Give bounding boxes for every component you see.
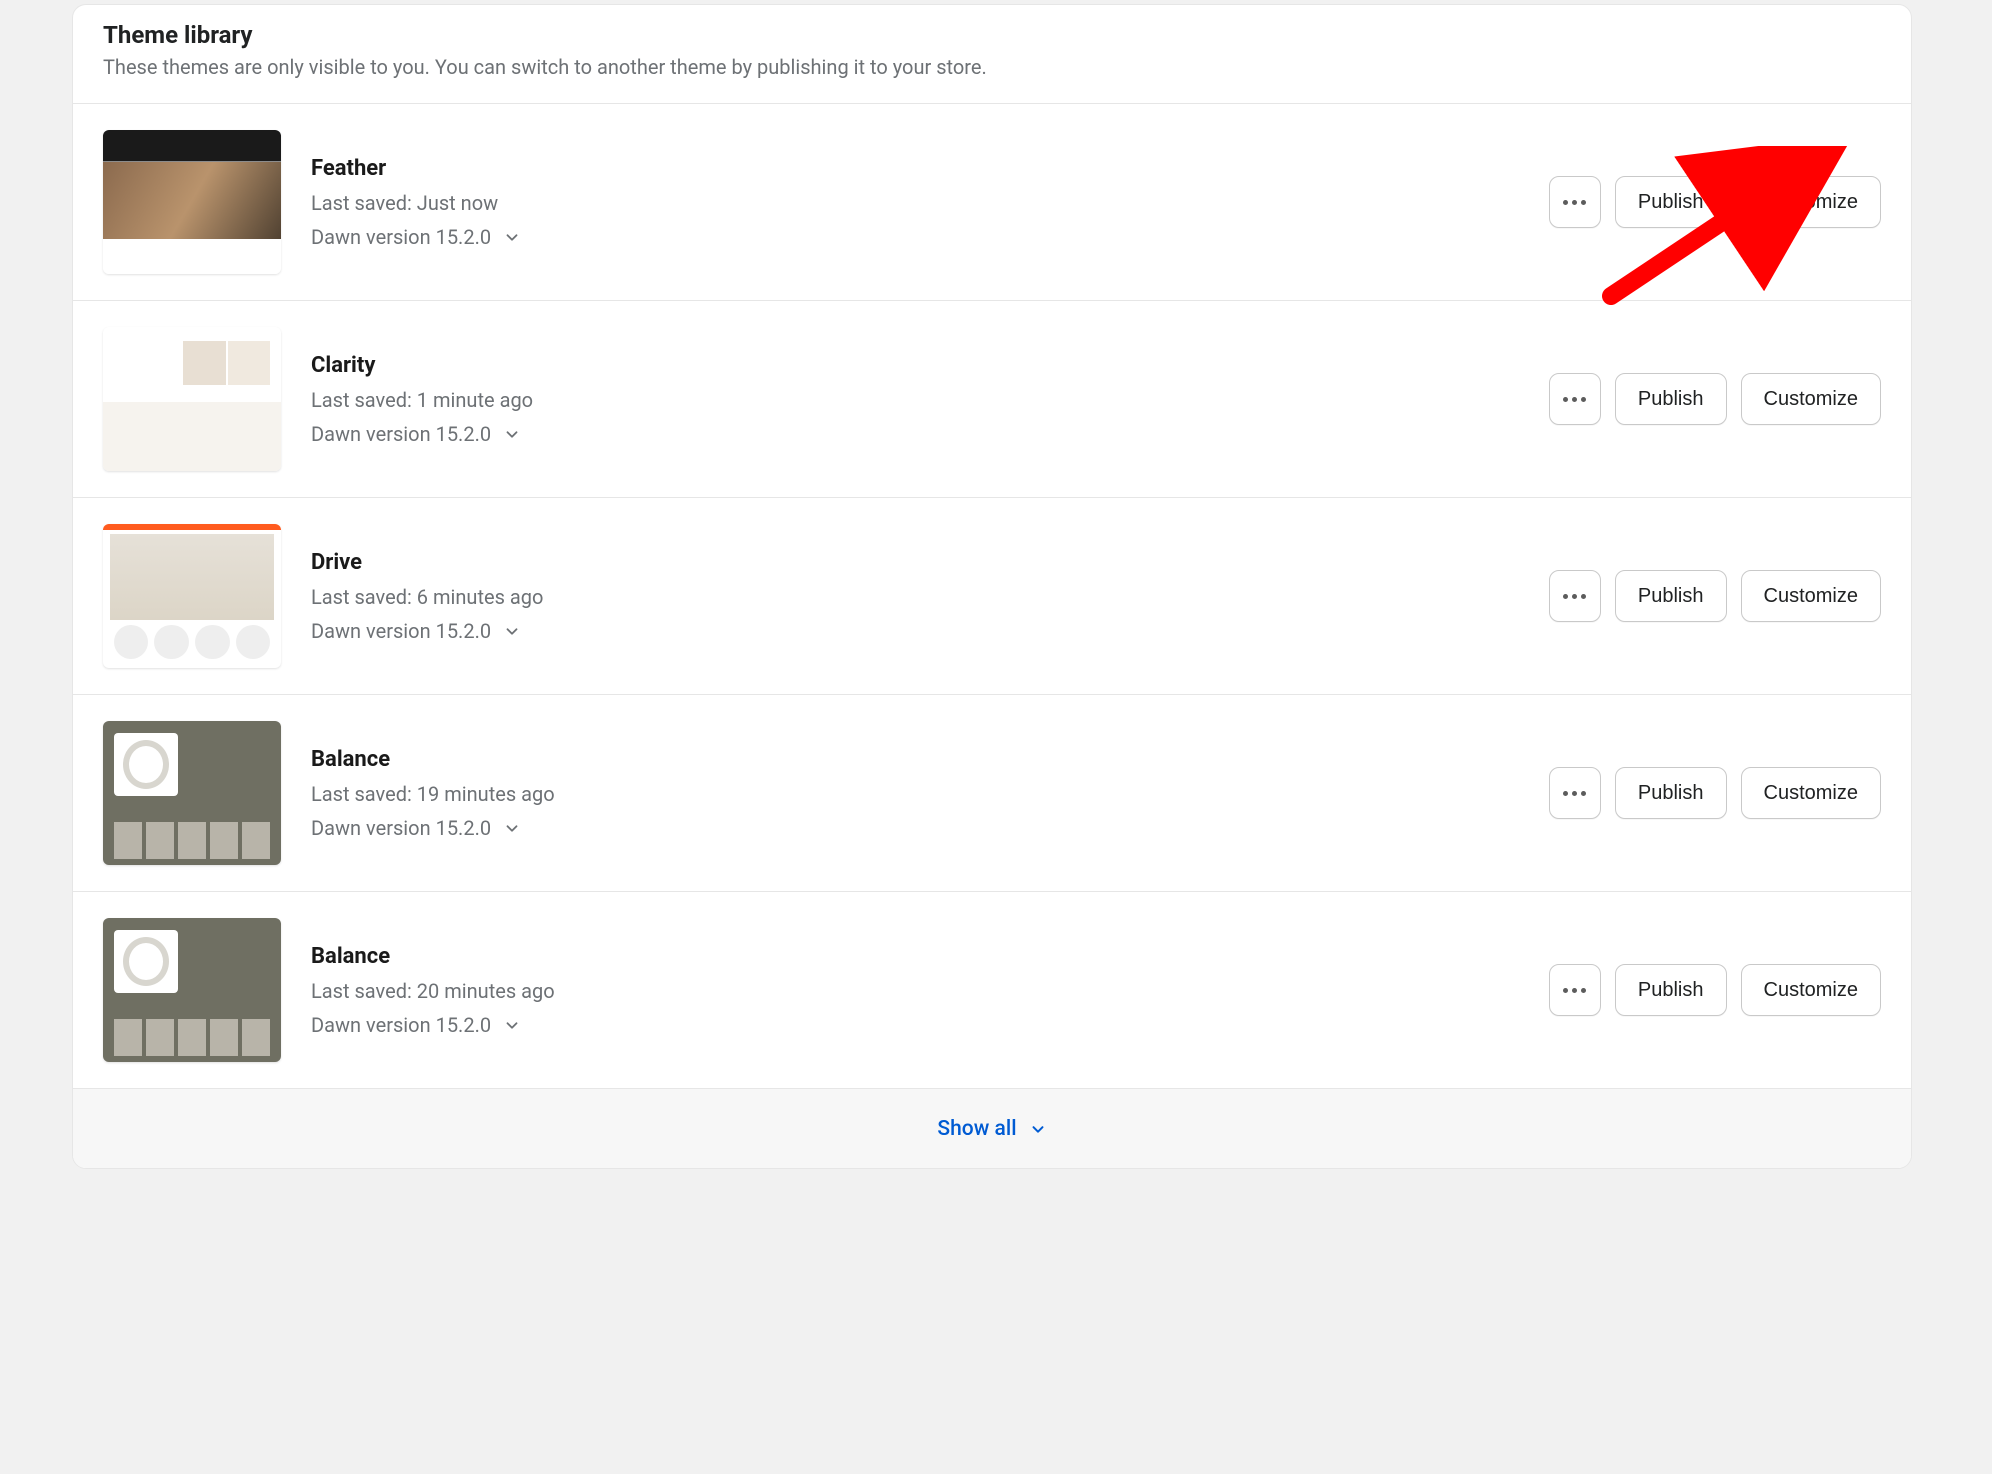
publish-label: Publish (1638, 388, 1704, 411)
publish-button[interactable]: Publish (1615, 373, 1727, 425)
theme-version-label: Dawn version 15.2.0 (311, 1013, 491, 1037)
theme-row: Drive Last saved: 6 minutes ago Dawn ver… (73, 497, 1911, 694)
more-actions-button[interactable] (1549, 176, 1601, 228)
chevron-down-icon (503, 425, 521, 443)
theme-name: Balance (311, 944, 1519, 969)
publish-label: Publish (1638, 585, 1704, 608)
publish-label: Publish (1638, 782, 1704, 805)
more-actions-button[interactable] (1549, 373, 1601, 425)
customize-button[interactable]: Customize (1741, 570, 1881, 622)
theme-name: Drive (311, 550, 1519, 575)
customize-button[interactable]: Customize (1741, 373, 1881, 425)
theme-version-dropdown[interactable]: Dawn version 15.2.0 (311, 422, 1519, 446)
theme-last-saved: Last saved: 6 minutes ago (311, 585, 1519, 609)
show-all-label: Show all (937, 1117, 1016, 1141)
theme-last-saved: Last saved: 19 minutes ago (311, 782, 1519, 806)
customize-label: Customize (1764, 191, 1858, 214)
chevron-down-icon (503, 622, 521, 640)
theme-actions: Publish Customize (1549, 570, 1881, 622)
theme-last-saved: Last saved: 1 minute ago (311, 388, 1519, 412)
theme-name: Balance (311, 747, 1519, 772)
publish-label: Publish (1638, 191, 1704, 214)
chevron-down-icon (503, 819, 521, 837)
theme-name: Clarity (311, 353, 1519, 378)
publish-button[interactable]: Publish (1615, 767, 1727, 819)
customize-label: Customize (1764, 585, 1858, 608)
theme-thumbnail[interactable] (103, 327, 281, 471)
publish-button[interactable]: Publish (1615, 570, 1727, 622)
theme-row: Clarity Last saved: 1 minute ago Dawn ve… (73, 300, 1911, 497)
theme-thumbnail[interactable] (103, 918, 281, 1062)
theme-version-label: Dawn version 15.2.0 (311, 225, 491, 249)
theme-list: Feather Last saved: Just now Dawn versio… (73, 103, 1911, 1088)
theme-library-card: Theme library These themes are only visi… (72, 4, 1912, 1169)
publish-button[interactable]: Publish (1615, 964, 1727, 1016)
theme-version-dropdown[interactable]: Dawn version 15.2.0 (311, 619, 1519, 643)
customize-button[interactable]: Customize (1741, 767, 1881, 819)
theme-actions: Publish Customize (1549, 176, 1881, 228)
chevron-down-icon (503, 1016, 521, 1034)
theme-version-dropdown[interactable]: Dawn version 15.2.0 (311, 1013, 1519, 1037)
theme-thumbnail[interactable] (103, 130, 281, 274)
theme-version-label: Dawn version 15.2.0 (311, 619, 491, 643)
card-title: Theme library (103, 21, 1881, 49)
publish-button[interactable]: Publish (1615, 176, 1727, 228)
theme-row: Balance Last saved: 19 minutes ago Dawn … (73, 694, 1911, 891)
theme-row: Balance Last saved: 20 minutes ago Dawn … (73, 891, 1911, 1088)
show-all-button[interactable]: Show all (73, 1088, 1911, 1168)
theme-actions: Publish Customize (1549, 767, 1881, 819)
more-actions-button[interactable] (1549, 964, 1601, 1016)
theme-last-saved: Last saved: Just now (311, 191, 1519, 215)
theme-name: Feather (311, 156, 1519, 181)
theme-version-dropdown[interactable]: Dawn version 15.2.0 (311, 225, 1519, 249)
more-icon (1563, 200, 1586, 205)
customize-label: Customize (1764, 979, 1858, 1002)
publish-label: Publish (1638, 979, 1704, 1002)
customize-label: Customize (1764, 388, 1858, 411)
more-actions-button[interactable] (1549, 570, 1601, 622)
card-subtitle: These themes are only visible to you. Yo… (103, 55, 1881, 79)
chevron-down-icon (503, 228, 521, 246)
theme-row: Feather Last saved: Just now Dawn versio… (73, 103, 1911, 300)
card-header: Theme library These themes are only visi… (73, 5, 1911, 103)
customize-button[interactable]: Customize (1741, 176, 1881, 228)
theme-thumbnail[interactable] (103, 524, 281, 668)
more-icon (1563, 988, 1586, 993)
more-icon (1563, 397, 1586, 402)
theme-thumbnail[interactable] (103, 721, 281, 865)
theme-actions: Publish Customize (1549, 373, 1881, 425)
customize-button[interactable]: Customize (1741, 964, 1881, 1016)
theme-version-label: Dawn version 15.2.0 (311, 422, 491, 446)
more-actions-button[interactable] (1549, 767, 1601, 819)
more-icon (1563, 594, 1586, 599)
customize-label: Customize (1764, 782, 1858, 805)
chevron-down-icon (1029, 1120, 1047, 1138)
more-icon (1563, 791, 1586, 796)
theme-actions: Publish Customize (1549, 964, 1881, 1016)
theme-version-dropdown[interactable]: Dawn version 15.2.0 (311, 816, 1519, 840)
theme-version-label: Dawn version 15.2.0 (311, 816, 491, 840)
theme-last-saved: Last saved: 20 minutes ago (311, 979, 1519, 1003)
